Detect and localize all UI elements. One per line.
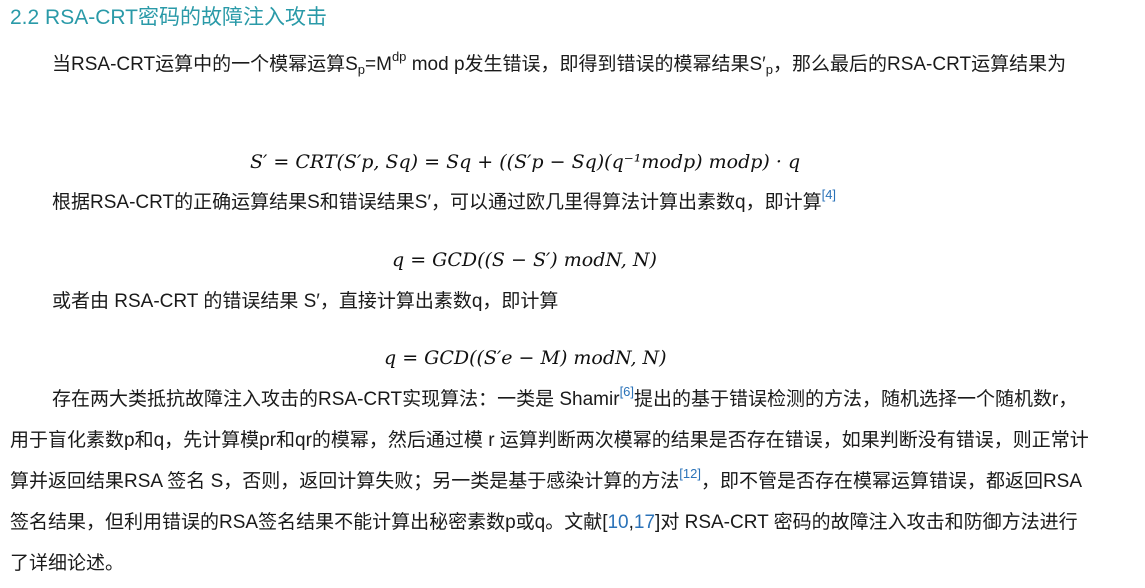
para1-text-1: 当RSA-CRT运算中的一个模幂运算S bbox=[52, 54, 358, 75]
para1-sub-p-2: p bbox=[765, 62, 773, 77]
citation-12[interactable]: [12] bbox=[679, 466, 701, 481]
formula-gcd-1: q = GCD((S − S′) modN, N) bbox=[392, 244, 657, 276]
formula-gcd-2: q = GCD((S′e − M) modN, N) bbox=[384, 342, 667, 374]
para1-sup-dp: dp bbox=[391, 49, 407, 64]
citation-17[interactable]: 17 bbox=[634, 512, 655, 533]
para4-text-1: 存在两大类抵抗故障注入攻击的RSA-CRT实现算法：一类是 Shamir bbox=[52, 389, 620, 410]
citation-4[interactable]: [4] bbox=[822, 187, 836, 202]
para1-sub-p: p bbox=[357, 62, 366, 77]
citation-10[interactable]: 10 bbox=[607, 512, 628, 533]
formula2-text: q = GCD((S − S′) modN, N) bbox=[392, 249, 657, 271]
formula-crt-faulty: S′ = CRT(S′p, Sq) = Sq + ((S′p − Sq)(q⁻¹… bbox=[250, 146, 800, 178]
formula3-text: q = GCD((S′e − M) modN, N) bbox=[384, 347, 667, 369]
para1-text-4: ，那么最后的RSA-CRT运算结果为 bbox=[772, 54, 1067, 75]
document-page: 2.2 RSA-CRT密码的故障注入攻击 当RSA-CRT运算中的一个模幂运算S… bbox=[0, 0, 1145, 588]
paragraph-countermeasures: 存在两大类抵抗故障注入攻击的RSA-CRT实现算法：一类是 Shamir[6]提… bbox=[10, 379, 1090, 584]
formula1-text: S′ = CRT(S′p, Sq) = Sq + ((S′p − Sq)(q⁻¹… bbox=[250, 151, 801, 173]
para3-text: 或者由 RSA-CRT 的错误结果 S′，直接计算出素数q，即计算 bbox=[52, 291, 559, 312]
para1-text-3: mod p发生错误，即得到错误的模幂结果S′ bbox=[406, 54, 766, 75]
paragraph-direct-compute: 或者由 RSA-CRT 的错误结果 S′，直接计算出素数q，即计算 bbox=[52, 287, 558, 317]
citation-6[interactable]: [6] bbox=[620, 384, 634, 399]
paragraph-gcd-intro: 根据RSA-CRT的正确运算结果S和错误结果S′，可以通过欧几里得算法计算出素数… bbox=[52, 188, 836, 218]
para1-text-2: =M bbox=[365, 54, 392, 75]
para2-text: 根据RSA-CRT的正确运算结果S和错误结果S′，可以通过欧几里得算法计算出素数… bbox=[52, 192, 822, 213]
paragraph-fault-description: 当RSA-CRT运算中的一个模幂运算Sp=Mdp mod p发生错误，即得到错误… bbox=[10, 44, 1090, 85]
section-heading: 2.2 RSA-CRT密码的故障注入攻击 bbox=[10, 6, 327, 29]
